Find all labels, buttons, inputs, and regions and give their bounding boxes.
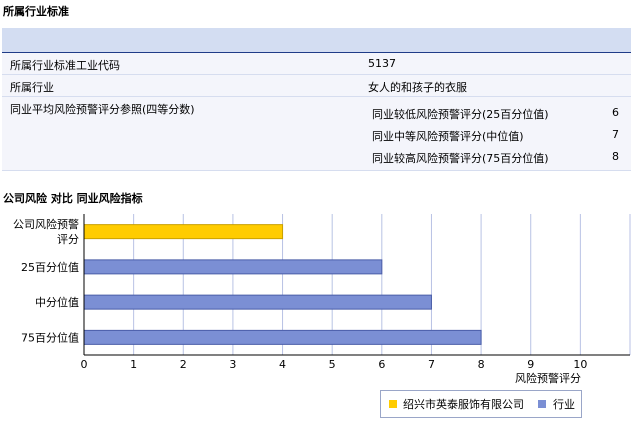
chart-legend: 绍兴市英泰服饰有限公司 行业	[380, 390, 582, 418]
x-tick-label: 6	[378, 358, 385, 371]
legend-swatch-company	[389, 400, 397, 408]
bar-industry	[83, 259, 383, 275]
x-tick-label: 5	[329, 358, 336, 371]
legend-label-industry: 行业	[553, 398, 575, 411]
y-tick-label: 公司风险预警	[13, 217, 79, 231]
y-tick-label: 75百分位值	[21, 330, 79, 344]
bar-company	[83, 224, 284, 240]
risk-bar-chart: 公司风险预警评分 25百分位值中分位值 75百分位值 0 1 2 3 4 5 6 7 8 9 10风险预警…	[13, 214, 631, 385]
x-tick-label: 7	[428, 358, 435, 371]
x-tick-label: 10	[573, 358, 587, 371]
y-tick-label: 中分位值	[35, 295, 79, 309]
x-tick-label: 1	[130, 358, 137, 371]
x-tick-label: 2	[180, 358, 187, 371]
y-tick-label: 25百分位值	[21, 260, 79, 274]
x-axis-label: 风险预警评分	[515, 371, 581, 385]
y-tick-label: 评分	[57, 233, 79, 246]
bar-industry	[83, 329, 482, 345]
x-tick-label: 4	[279, 358, 286, 371]
legend-label-company: 绍兴市英泰服饰有限公司	[403, 398, 524, 411]
legend-swatch-industry	[538, 400, 546, 408]
x-tick-label: 3	[229, 358, 236, 371]
bar-industry	[83, 294, 432, 310]
x-tick-label: 9	[527, 358, 534, 371]
x-tick-label: 8	[478, 358, 485, 371]
x-tick-label: 0	[81, 358, 88, 371]
